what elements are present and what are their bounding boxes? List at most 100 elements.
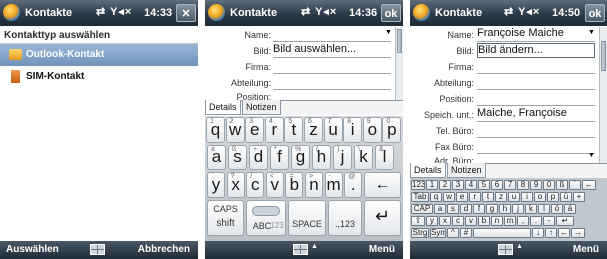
name-field[interactable]: [273, 27, 391, 42]
key-#[interactable]: #: [460, 228, 472, 238]
key-8[interactable]: 8: [517, 180, 529, 190]
key-l[interactable]: l: [538, 204, 550, 214]
keyboard-icon[interactable]: [498, 244, 513, 255]
key-←[interactable]: ←: [582, 180, 596, 190]
key-j[interactable]: ) j: [333, 145, 352, 170]
key-r[interactable]: r: [469, 192, 481, 202]
key-Strg[interactable]: Strg: [411, 228, 429, 238]
list-item-outlook-contact[interactable]: Outlook-Kontakt: [0, 44, 198, 66]
key-k[interactable]: \ k: [354, 145, 373, 170]
key-q[interactable]: q: [430, 192, 442, 202]
key-ö[interactable]: ö: [551, 204, 563, 214]
softkey-cancel[interactable]: Abbrechen: [138, 244, 190, 255]
key-e[interactable]: 3e: [245, 117, 265, 143]
key-Sym[interactable]: Sym: [430, 228, 446, 238]
abc-123-toggle[interactable]: ABC 123: [246, 200, 286, 236]
key-→[interactable]: →: [571, 228, 585, 238]
softkey-select[interactable]: Auswählen: [6, 244, 59, 255]
key-h[interactable]: (h: [312, 145, 331, 170]
clock[interactable]: 14:50: [552, 7, 580, 19]
key-l[interactable]: & l: [375, 145, 394, 170]
key-v[interactable]: v: [465, 216, 477, 226]
key-o[interactable]: o: [534, 192, 546, 202]
field-value[interactable]: [477, 75, 595, 90]
key-i[interactable]: 8i: [343, 117, 363, 143]
key-t[interactable]: 5t: [284, 117, 304, 143]
field-value[interactable]: [477, 59, 595, 74]
field-value[interactable]: Maiche, Françoise: [477, 107, 595, 122]
key-b[interactable]: b: [478, 216, 490, 226]
scrollbar-thumb[interactable]: [601, 41, 606, 71]
close-button[interactable]: ✕: [176, 4, 196, 22]
key-g[interactable]: % g: [291, 145, 310, 170]
key-space[interactable]: [473, 228, 531, 238]
key-,[interactable]: ,: [517, 216, 529, 226]
picture-field[interactable]: Bild auswählen...: [273, 43, 391, 58]
key-4[interactable]: 4: [465, 180, 477, 190]
field-value[interactable]: [477, 91, 595, 106]
key-Tab[interactable]: Tab: [411, 192, 429, 202]
key-x[interactable]: x: [439, 216, 451, 226]
key-p[interactable]: p: [547, 192, 559, 202]
key-6[interactable]: 6: [491, 180, 503, 190]
key-w[interactable]: 2w: [225, 117, 245, 143]
key-y[interactable]: ` y: [207, 172, 225, 198]
chevron-down-icon[interactable]: ▼: [588, 152, 595, 159]
field-value[interactable]: Françoise Maiche: [477, 27, 595, 42]
start-logo-icon[interactable]: [3, 4, 20, 21]
key-⇧[interactable]: ⇧: [411, 216, 425, 226]
key-e[interactable]: e: [456, 192, 468, 202]
numbers-key[interactable]: .,123: [328, 200, 362, 236]
key-u[interactable]: u: [508, 192, 520, 202]
start-logo-icon[interactable]: [208, 4, 225, 21]
field-value[interactable]: [477, 139, 595, 154]
key-u[interactable]: 7u: [323, 117, 343, 143]
chevron-down-icon[interactable]: ▼: [588, 29, 595, 36]
ok-button[interactable]: ok: [381, 4, 401, 22]
key-5[interactable]: 5: [478, 180, 490, 190]
softkey-menu[interactable]: Menü: [369, 244, 395, 255]
key-f[interactable]: f: [473, 204, 485, 214]
key-3[interactable]: 3: [452, 180, 464, 190]
key-↵[interactable]: ↵: [556, 216, 574, 226]
key-ß[interactable]: ß: [556, 180, 568, 190]
key-.[interactable]: @.: [344, 172, 363, 198]
key-←[interactable]: ←: [558, 228, 570, 238]
key-c[interactable]: / c: [246, 172, 265, 198]
key-n[interactable]: > n: [305, 172, 323, 198]
chevron-up-icon[interactable]: ▲: [516, 243, 523, 250]
key-z[interactable]: z: [495, 192, 507, 202]
key-z[interactable]: 6z: [304, 117, 323, 143]
key-b[interactable]: = b: [285, 172, 304, 198]
keyboard-icon[interactable]: [90, 244, 105, 255]
clock[interactable]: 14:33: [144, 7, 172, 19]
key-j[interactable]: j: [512, 204, 524, 214]
enter-key[interactable]: ↵: [364, 200, 401, 236]
key-ä[interactable]: ä: [564, 204, 576, 214]
key-o[interactable]: 9o: [362, 117, 382, 143]
key-.[interactable]: .: [530, 216, 542, 226]
key-7[interactable]: 7: [504, 180, 516, 190]
key-ü[interactable]: ü: [560, 192, 572, 202]
chevron-down-icon[interactable]: ▼: [385, 29, 392, 36]
key--[interactable]: -: [543, 216, 555, 226]
key-d[interactable]: d: [460, 204, 472, 214]
scrollbar[interactable]: [599, 27, 607, 163]
company-field[interactable]: [273, 59, 391, 74]
tab-details[interactable]: Details: [410, 163, 446, 178]
key-v[interactable]: < v: [265, 172, 284, 198]
key-↓[interactable]: ↓: [532, 228, 544, 238]
key-w[interactable]: w: [443, 192, 455, 202]
key-↑[interactable]: ↑: [545, 228, 557, 238]
key-s[interactable]: s: [447, 204, 459, 214]
connectivity-signal-volume-icons[interactable]: ⇄ Y◂×: [504, 5, 540, 18]
key-1[interactable]: 1: [426, 180, 438, 190]
scrollbar-thumb[interactable]: [397, 29, 402, 53]
key-r[interactable]: 4r: [264, 117, 284, 143]
tab-details[interactable]: Details: [205, 100, 241, 115]
department-field[interactable]: [273, 75, 391, 90]
key-a[interactable]: a: [434, 204, 446, 214]
key-9[interactable]: 9: [530, 180, 542, 190]
field-value[interactable]: Bild ändern...: [477, 43, 595, 58]
list-item-sim-contact[interactable]: SIM-Kontakt: [0, 66, 198, 88]
